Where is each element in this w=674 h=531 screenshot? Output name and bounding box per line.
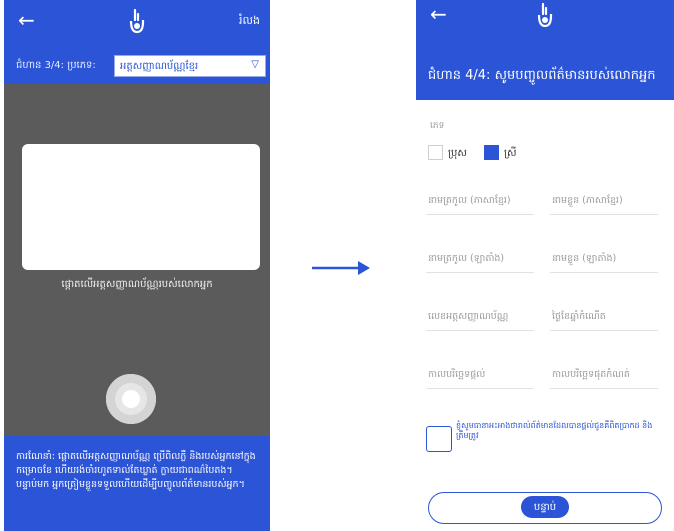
next-button[interactable]: បន្ទាប់: [521, 496, 569, 518]
field-placeholder: ថ្ងៃខែឆ្នាំកំណើត: [552, 311, 606, 322]
field-placeholder: នាមខ្លួន (ភាសាខ្មែរ): [552, 195, 623, 206]
id-card-frame: [22, 144, 260, 270]
next-button-label: បន្ទាប់: [533, 502, 557, 513]
field-placeholder: នាមត្រកូល (ឡាតាំង): [428, 253, 505, 264]
gender-female-checkbox[interactable]: [484, 145, 499, 160]
last-name-kh-field[interactable]: នាមត្រកូល (ភាសាខ្មែរ): [426, 184, 534, 215]
gender-male-label: ប្រុស: [448, 148, 467, 159]
info-header: ← ជំហាន 4/4: សូមបញ្ចូលព័ត៌មានរបស់លោកអ្នក: [416, 0, 674, 100]
hand-tap-icon: [537, 2, 553, 28]
gender-female-label: ស្រី: [504, 148, 517, 159]
page-title: ជំហាន 4/4: សូមបញ្ចូលព័ត៌មានរបស់លោកអ្នក: [428, 68, 656, 83]
camera-shutter-icon[interactable]: [106, 374, 156, 424]
skip-link[interactable]: រំលង: [239, 14, 260, 30]
info-form: ភេទ ប្រុស ស្រី នាមត្រកូល (ភាសាខ្មែរ) នាម…: [416, 100, 674, 531]
arrow-left-icon[interactable]: ←: [430, 4, 447, 24]
camera-viewfinder: ផ្តោតលើអត្តសញ្ញាណប័ណ្ណរបស់លោកអ្នក: [4, 84, 270, 436]
field-placeholder: នាមត្រកូល (ភាសាខ្មែរ): [428, 195, 511, 206]
instruction-panel: ការណែនាំ: ផ្តោតលើអត្តសញ្ញាណប័ណ្ណ ប្រើពិល…: [4, 436, 270, 531]
triangle-down-icon: ▽: [251, 59, 259, 70]
arrow-right-icon: [312, 261, 370, 275]
agreement-checkbox[interactable]: [426, 426, 452, 452]
hand-tap-icon: [129, 8, 145, 34]
first-name-latin-field[interactable]: នាមខ្លួន (ឡាតាំង): [550, 242, 658, 273]
field-placeholder: កាលបរិច្ឆេទផុតកំណត់: [552, 369, 630, 380]
document-type-select[interactable]: អត្តសញ្ញាណប័ណ្ណខ្មែរ ▽: [114, 55, 266, 77]
field-placeholder: កាលបរិច្ឆេទផ្តល់: [428, 369, 486, 380]
document-type-value: អត្តសញ្ញាណប័ណ្ណខ្មែរ: [120, 61, 199, 72]
document-type-row: ជំហាន 3/4: ប្រភេទ: អត្តសញ្ញាណប័ណ្ណខ្មែរ …: [4, 46, 270, 84]
first-name-kh-field[interactable]: នាមខ្លួន (ភាសាខ្មែរ): [550, 184, 658, 215]
field-placeholder: នាមខ្លួន (ឡាតាំង): [552, 253, 617, 264]
issue-date-field[interactable]: កាលបរិច្ឆេទផ្តល់: [426, 358, 534, 389]
camera-hint: ផ្តោតលើអត្តសញ្ញាណប័ណ្ណរបស់លោកអ្នក: [61, 279, 213, 290]
last-name-latin-field[interactable]: នាមត្រកូល (ឡាតាំង): [426, 242, 534, 273]
gender-male-checkbox[interactable]: [428, 145, 443, 160]
personal-info-screen: ← ជំហាន 4/4: សូមបញ្ចូលព័ត៌មានរបស់លោកអ្នក…: [416, 0, 674, 531]
id-number-field[interactable]: លេខអត្តសញ្ញាណប័ណ្ណ: [426, 300, 534, 331]
expiry-date-field[interactable]: កាលបរិច្ឆេទផុតកំណត់: [550, 358, 658, 389]
instruction-text: ការណែនាំ: ផ្តោតលើអត្តសញ្ញាណប័ណ្ណ ប្រើពិល…: [16, 451, 256, 490]
birth-date-field[interactable]: ថ្ងៃខែឆ្នាំកំណើត: [550, 300, 658, 331]
arrow-left-icon[interactable]: ←: [18, 10, 35, 30]
step-label: ជំហាន 3/4: ប្រភេទ:: [16, 60, 96, 71]
gender-label: ភេទ: [430, 121, 445, 131]
scan-id-screen: ← រំលង ជំហាន 3/4: ប្រភេទ: អត្តសញ្ញាណប័ណ្…: [4, 0, 270, 531]
scan-header: ← រំលង: [4, 0, 270, 46]
agreement-text: ខ្ញុំសូមធានាអះអាងថារាល់ព័ត៌មានដែលបានផ្តល…: [456, 421, 653, 440]
field-placeholder: លេខអត្តសញ្ញាណប័ណ្ណ: [428, 311, 509, 322]
shutter-inner: [122, 390, 140, 408]
